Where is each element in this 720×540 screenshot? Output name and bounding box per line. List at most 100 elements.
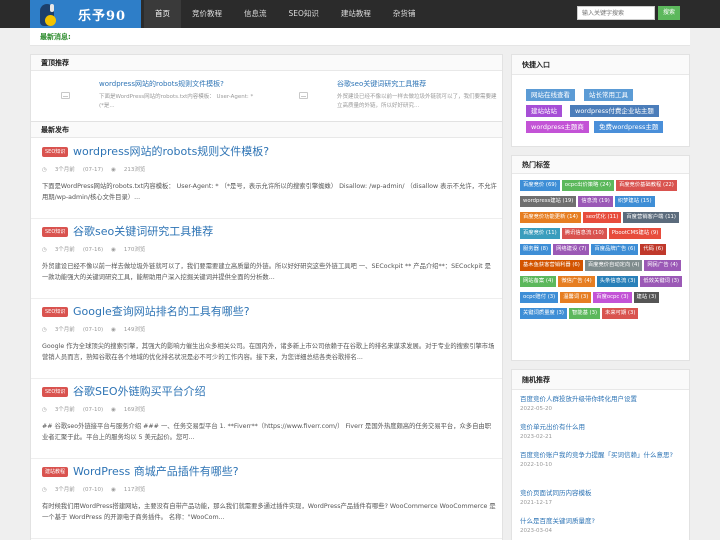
article-item: SEO知识 Google查询网站排名的工具有哪些? ◷ 3个月前 (07-10) ◉ 1… bbox=[31, 299, 502, 379]
article-date: (07-10) bbox=[82, 487, 104, 493]
tag-item[interactable]: ocpc出价策略 (24) bbox=[561, 180, 614, 191]
article-time: 3个月前 bbox=[54, 407, 75, 413]
tag-item[interactable]: 百度营销客户端 (11) bbox=[623, 212, 679, 223]
random-item[interactable]: 百度竞价账户我的竞争力提醒「买词信赖」什么意思? 2022-10-10 bbox=[520, 450, 690, 470]
search-button[interactable]: 搜索 bbox=[658, 6, 680, 20]
tag-item[interactable]: 百度竞价 (11) bbox=[520, 228, 560, 239]
article-title[interactable]: Google查询网站排名的工具有哪些? bbox=[73, 303, 250, 319]
random-item[interactable]: 百度竞价人群投放升级带你转化用户设置 2022-05-20 bbox=[520, 394, 690, 414]
eye-icon: ◉ bbox=[111, 487, 116, 493]
logo-mascot-ball bbox=[45, 15, 56, 26]
random-item-title[interactable]: 竞价页面试同历内容模板 bbox=[520, 488, 690, 498]
random-item[interactable]: 什么是百度关键词质量度? 2023-03-04 bbox=[520, 516, 690, 536]
article-date: (07-17) bbox=[82, 167, 104, 173]
category-badge[interactable]: SEO知识 bbox=[42, 147, 69, 157]
sticky-panel: 置顶推荐 wordpress网站的robots规则文件模板? 下面是WordPr… bbox=[30, 54, 503, 122]
random-item-date: 2021-12-17 bbox=[520, 500, 552, 506]
tag-item[interactable]: wordpress建站 (19) bbox=[520, 196, 577, 207]
article-title[interactable]: 谷歌SEO外链购买平台介绍 bbox=[73, 383, 206, 399]
category-badge[interactable]: SEO知识 bbox=[42, 227, 69, 237]
article-item: 建站教程 WordPress 商城产品插件有哪些? ◷ 3个月前 (07-10) ◉ 1… bbox=[31, 459, 502, 539]
tag-item[interactable]: 网络建设 (7) bbox=[553, 244, 590, 255]
random-item-title[interactable]: 竞价单元出价有什么用 bbox=[520, 422, 690, 432]
sticky-thumbnail[interactable] bbox=[279, 83, 327, 111]
clock-icon: ◷ bbox=[42, 407, 47, 413]
tag-item[interactable]: 百度ocpc (3) bbox=[593, 292, 632, 303]
article-meta: ◷ 3个月前 (07-10) ◉ 149浏览 bbox=[42, 325, 153, 333]
eye-icon: ◉ bbox=[111, 407, 116, 413]
site-logo[interactable]: 乐予90 bbox=[30, 0, 141, 28]
sticky-item-title[interactable]: wordpress网站的robots规则文件模板? bbox=[99, 79, 224, 89]
tag-item[interactable]: 信息流 (19) bbox=[578, 196, 613, 207]
article-desc: 外贸建设已经不像以前一样去做垃圾外链就可以了，我们要需要建立高质量的外链。所以好… bbox=[42, 263, 491, 281]
hot-tags-title: 热门标签 bbox=[512, 156, 689, 174]
quick-link-theme-store[interactable]: wordpress主题商 bbox=[526, 121, 589, 133]
tag-item[interactable]: 服务器 (8) bbox=[520, 244, 552, 255]
image-placeholder-icon bbox=[61, 92, 70, 99]
article-time: 3个月前 bbox=[54, 167, 75, 173]
nav-site-building[interactable]: 建站教程 bbox=[330, 0, 382, 28]
article-date: (07-16) bbox=[82, 247, 104, 253]
sticky-thumbnail[interactable] bbox=[41, 83, 89, 111]
article-views: 213浏览 bbox=[123, 167, 146, 173]
article-title[interactable]: wordpress网站的robots规则文件模板? bbox=[73, 143, 269, 159]
sticky-item[interactable]: 谷歌seo关键词研究工具推荐 外贸建设已经不像以前一样去做垃圾外链就可以了，我们… bbox=[269, 79, 499, 115]
article-item: SEO知识 wordpress网站的robots规则文件模板? ◷ 3个月前 (07… bbox=[31, 139, 502, 219]
tag-item[interactable]: ocpc赔付 (3) bbox=[520, 292, 559, 303]
article-views: 117浏览 bbox=[123, 487, 146, 493]
tag-item[interactable]: 温馨词 (3) bbox=[560, 292, 592, 303]
random-item-title[interactable]: 百度竞价人群投放升级带你转化用户设置 bbox=[520, 394, 690, 404]
sticky-item[interactable]: wordpress网站的robots规则文件模板? 下面是WordPress网站… bbox=[31, 79, 261, 115]
tag-item[interactable]: 百度竞价 (69) bbox=[520, 180, 560, 191]
random-item[interactable]: 竞价单元出价有什么用 2023-02-21 bbox=[520, 422, 690, 442]
random-item-title[interactable]: 百度竞价账户我的竞争力提醒「买词信赖」什么意思? bbox=[520, 450, 690, 460]
category-badge[interactable]: SEO知识 bbox=[42, 307, 69, 317]
article-time: 3个月前 bbox=[54, 487, 75, 493]
article-date: (07-10) bbox=[82, 407, 104, 413]
article-views: 170浏览 bbox=[123, 247, 146, 253]
tag-item[interactable]: 腾讯信息流 (10) bbox=[561, 228, 607, 239]
tag-item[interactable]: 百度竞价基础教程 (22) bbox=[615, 180, 677, 191]
tag-item[interactable]: 建站 (3) bbox=[633, 292, 660, 303]
tag-item[interactable]: 织梦建站 (15) bbox=[614, 196, 655, 207]
article-title[interactable]: 谷歌seo关键词研究工具推荐 bbox=[73, 223, 213, 239]
article-date: (07-10) bbox=[82, 327, 104, 333]
category-badge[interactable]: SEO知识 bbox=[42, 387, 69, 397]
random-item[interactable]: 竞价页面试同历内容模板 2021-12-17 bbox=[520, 488, 690, 508]
search-input[interactable] bbox=[577, 6, 655, 20]
tag-item[interactable]: 低效关键词 (3) bbox=[640, 276, 683, 287]
quick-link-site-building[interactable]: 建站站站 bbox=[526, 105, 562, 117]
clock-icon: ◷ bbox=[42, 167, 47, 173]
tag-item[interactable]: 关键词质量度 (3) bbox=[520, 308, 567, 319]
article-meta: ◷ 3个月前 (07-10) ◉ 169浏览 bbox=[42, 405, 153, 413]
latest-news-bar: 最新消息: bbox=[30, 28, 690, 46]
tag-item[interactable]: 头条信息流 (3) bbox=[596, 276, 639, 287]
tag-item[interactable]: 代码 (6) bbox=[640, 244, 667, 255]
nav-feed[interactable]: 信息流 bbox=[233, 0, 278, 28]
nav-seo[interactable]: SEO知识 bbox=[278, 0, 330, 28]
quick-link-free-theme[interactable]: 免费wordpress主题 bbox=[594, 121, 664, 133]
tag-item[interactable]: 百度竞价功能更新 (14) bbox=[520, 212, 581, 223]
random-item-title[interactable]: 什么是百度关键词质量度? bbox=[520, 516, 690, 526]
tag-item[interactable]: 智能基 (3) bbox=[568, 308, 601, 319]
quick-link-webmaster-tools[interactable]: 站长常用工具 bbox=[584, 89, 633, 101]
tag-item[interactable]: 百度竞价自动定向 (4) bbox=[584, 260, 643, 271]
article-views: 149浏览 bbox=[123, 327, 146, 333]
tag-item[interactable]: PbootCMS建站 (9) bbox=[608, 228, 662, 239]
tag-item[interactable]: 网民广告 (4) bbox=[644, 260, 681, 271]
tag-item[interactable]: 基木鱼获客营销利器 (6) bbox=[520, 260, 583, 271]
tag-item[interactable]: seo优化 (11) bbox=[582, 212, 622, 223]
tag-item[interactable]: 网站备案 (4) bbox=[520, 276, 557, 287]
article-title[interactable]: WordPress 商城产品插件有哪些? bbox=[73, 463, 239, 479]
tag-item[interactable]: 未来可期 (3) bbox=[602, 308, 639, 319]
nav-home[interactable]: 首页 bbox=[144, 0, 181, 28]
category-badge[interactable]: 建站教程 bbox=[42, 467, 69, 477]
quick-link-online-view[interactable]: 网站在线查看 bbox=[526, 89, 575, 101]
sticky-item-title[interactable]: 谷歌seo关键词研究工具推荐 bbox=[337, 79, 426, 89]
quick-link-paid-theme[interactable]: wordpress付费企业站主题 bbox=[570, 105, 659, 117]
nav-misc[interactable]: 杂货铺 bbox=[382, 0, 427, 28]
nav-bidding-tutorial[interactable]: 竞价教程 bbox=[181, 0, 233, 28]
tag-item[interactable]: 百度品牌广告 (6) bbox=[591, 244, 639, 255]
logo-mascot-accent bbox=[50, 4, 54, 12]
tag-item[interactable]: 微信广告 (4) bbox=[558, 276, 595, 287]
